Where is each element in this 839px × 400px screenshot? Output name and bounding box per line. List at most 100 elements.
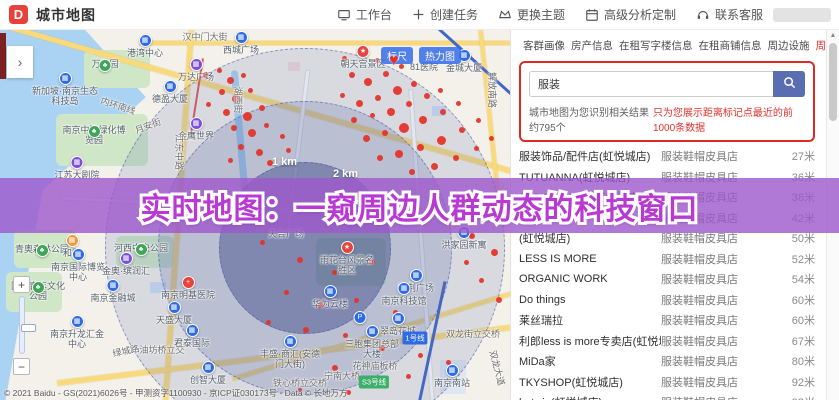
- heat-dot: [489, 136, 494, 141]
- heat-dot: [370, 113, 375, 118]
- store-distance: 80米: [773, 353, 815, 369]
- heat-dot: [496, 297, 502, 303]
- panel-scrollbar[interactable]: ▲: [826, 30, 839, 400]
- user-account-pill[interactable]: [773, 8, 831, 22]
- result-row[interactable]: MiDa家服装鞋帽皮具店80米: [519, 351, 815, 372]
- result-row[interactable]: JACK&JONES(虹悦城店)服装鞋帽皮具店38米: [519, 187, 815, 208]
- search-button[interactable]: [773, 71, 805, 97]
- result-row[interactable]: 利郎less is more专卖店(虹悦城店)服装鞋帽皮具店67米: [519, 331, 815, 352]
- heat-dot: [383, 71, 389, 77]
- zoom-slider-track[interactable]: [19, 296, 25, 354]
- heat-dot: [231, 125, 237, 131]
- workbench-icon: [337, 8, 351, 22]
- zoom-out-button[interactable]: −: [13, 358, 30, 375]
- result-row[interactable]: TKYSHOP(虹悦城店)服装鞋帽皮具店92米: [519, 372, 815, 393]
- store-name: 服装饰品/配件店(虹悦城店): [519, 148, 661, 164]
- result-row[interactable]: hotwin(虹悦城店)服装鞋帽皮具店93米: [519, 392, 815, 400]
- results-list: 服装饰品/配件店(虹悦城店)服装鞋帽皮具店27米TUTUANNA(虹悦城店)服装…: [519, 146, 815, 400]
- store-name: JACK&JONES(虹悦城店): [519, 189, 661, 205]
- metro-poi-icon: ▦: [284, 335, 297, 348]
- tab-4[interactable]: 在租商铺信息: [699, 38, 762, 53]
- map-canvas[interactable]: 1 km 2 km ▦港湾中心汉中门大街▦西城广场♣万景园▦万达广场▦新加坡·南…: [0, 30, 510, 400]
- heat-dot: [406, 101, 412, 107]
- result-row[interactable]: TUTUANNA(虹悦城店)服装鞋帽皮具店36米: [519, 167, 815, 188]
- search-input[interactable]: [529, 71, 773, 97]
- store-name: TKYSHOP(虹悦城店): [519, 374, 661, 390]
- heatmap-button[interactable]: 热力图: [419, 47, 461, 64]
- mall-poi-icon: ▦: [189, 58, 202, 71]
- result-row[interactable]: ORGANIC WORK服装鞋帽皮具店54米: [519, 269, 815, 290]
- heat-dot: [223, 109, 230, 116]
- scroll-up-icon[interactable]: ▲: [827, 32, 839, 39]
- ring-label-1km: 1 km: [272, 156, 297, 168]
- menu-item-2[interactable]: 创建任务: [412, 6, 478, 23]
- tab-5[interactable]: 周边设施: [768, 38, 810, 53]
- result-row[interactable]: LESS IS MORE服装鞋帽皮具店52米: [519, 249, 815, 270]
- metro-poi-icon: ▦: [409, 269, 422, 282]
- heat-dot: [363, 135, 370, 142]
- result-count-text: 城市地图为您识别相关结果约795个: [529, 104, 653, 134]
- scenic-poi-icon: ★: [341, 241, 354, 254]
- store-category: 服装鞋帽皮具店: [661, 251, 773, 267]
- app-header: D 城市地图 工作台创建任务更换主题高级分析定制联系客服: [0, 0, 839, 30]
- road-label: 花神庙板桥: [352, 361, 397, 371]
- menu-item-label: 更换主题: [517, 6, 565, 23]
- store-name: MiDa家: [519, 353, 661, 369]
- heat-dot: [248, 88, 253, 93]
- heat-dot: [260, 240, 265, 245]
- tab-2[interactable]: 房产信息: [571, 38, 613, 53]
- result-row[interactable]: 服装鞋帽皮具店42米: [519, 208, 815, 229]
- store-distance: 36米: [773, 169, 815, 185]
- heat-dot: [474, 146, 479, 151]
- road-label: 宁南大桥: [324, 371, 360, 381]
- heat-dot: [409, 169, 415, 175]
- zoom-slider-thumb[interactable]: [21, 324, 36, 332]
- collapsed-panel-strip[interactable]: [0, 33, 6, 79]
- store-name: TUTUANNA(虹悦城店): [519, 169, 661, 185]
- menu-item-1[interactable]: 工作台: [337, 6, 392, 23]
- metro-poi-icon: ▦: [71, 315, 84, 328]
- map-poi-label: +南京明基医院: [161, 276, 215, 300]
- heat-dot: [479, 278, 484, 283]
- scrollbar-thumb[interactable]: [829, 43, 837, 121]
- heat-dot: [303, 327, 309, 333]
- expand-panel-button[interactable]: ›: [7, 46, 33, 78]
- heat-dot: [256, 149, 263, 156]
- metro-poi-icon: ▦: [201, 361, 214, 374]
- map-poi-label: ▦南京南站: [434, 364, 470, 388]
- map-poi-label: ★朝天宫景区: [340, 45, 385, 69]
- metro-poi-icon: ▦: [106, 279, 119, 292]
- heat-dot: [286, 148, 291, 153]
- result-row[interactable]: (虹悦城店)服装鞋帽皮具店50米: [519, 228, 815, 249]
- plus-icon: [412, 8, 425, 21]
- heat-dot: [356, 100, 363, 107]
- zoom-in-button[interactable]: +: [13, 276, 30, 293]
- map-poi-label: ▦港湾中心: [127, 34, 163, 58]
- heat-dot: [351, 117, 357, 123]
- app-logo: D: [9, 5, 28, 24]
- scenic-poi-icon: ★: [356, 45, 369, 58]
- menu-item-label: 高级分析定制: [604, 6, 676, 23]
- map-poi-label: ▦南京金融城: [90, 279, 135, 303]
- map-poi-label: 天合广场: [268, 229, 304, 239]
- menu-item-5[interactable]: 联系客服: [696, 6, 763, 23]
- tab-1[interactable]: 客群画像: [523, 38, 565, 53]
- hospital-poi-icon: +: [181, 276, 194, 289]
- store-category: 服装鞋帽皮具店: [661, 230, 773, 246]
- metro-poi-icon: ▦: [185, 324, 198, 337]
- map-poi-label: ▦华为云楼: [312, 285, 348, 309]
- heat-dot: [219, 89, 225, 95]
- heat-dot: [297, 257, 303, 263]
- heat-dot: [228, 158, 233, 163]
- menu-item-3[interactable]: 更换主题: [498, 6, 565, 23]
- store-category: 服装鞋帽皮具店: [661, 394, 773, 400]
- result-row[interactable]: Do things服装鞋帽皮具店60米: [519, 290, 815, 311]
- menu-item-4[interactable]: 高级分析定制: [585, 6, 676, 23]
- map-attribution: © 2021 Baidu - GS(2021)6026号 - 甲测资字11009…: [4, 387, 348, 399]
- result-row[interactable]: 莱丝瑞拉服装鞋帽皮具店60米: [519, 310, 815, 331]
- map-poi-label: ▦南京国际博览中心: [47, 248, 109, 282]
- store-category: 服装鞋帽皮具店: [661, 353, 773, 369]
- result-row[interactable]: 服装饰品/配件店(虹悦城店)服装鞋帽皮具店27米: [519, 146, 815, 167]
- metro-poi-icon: ▦: [391, 312, 404, 325]
- tab-3[interactable]: 在租写字楼信息: [619, 38, 693, 53]
